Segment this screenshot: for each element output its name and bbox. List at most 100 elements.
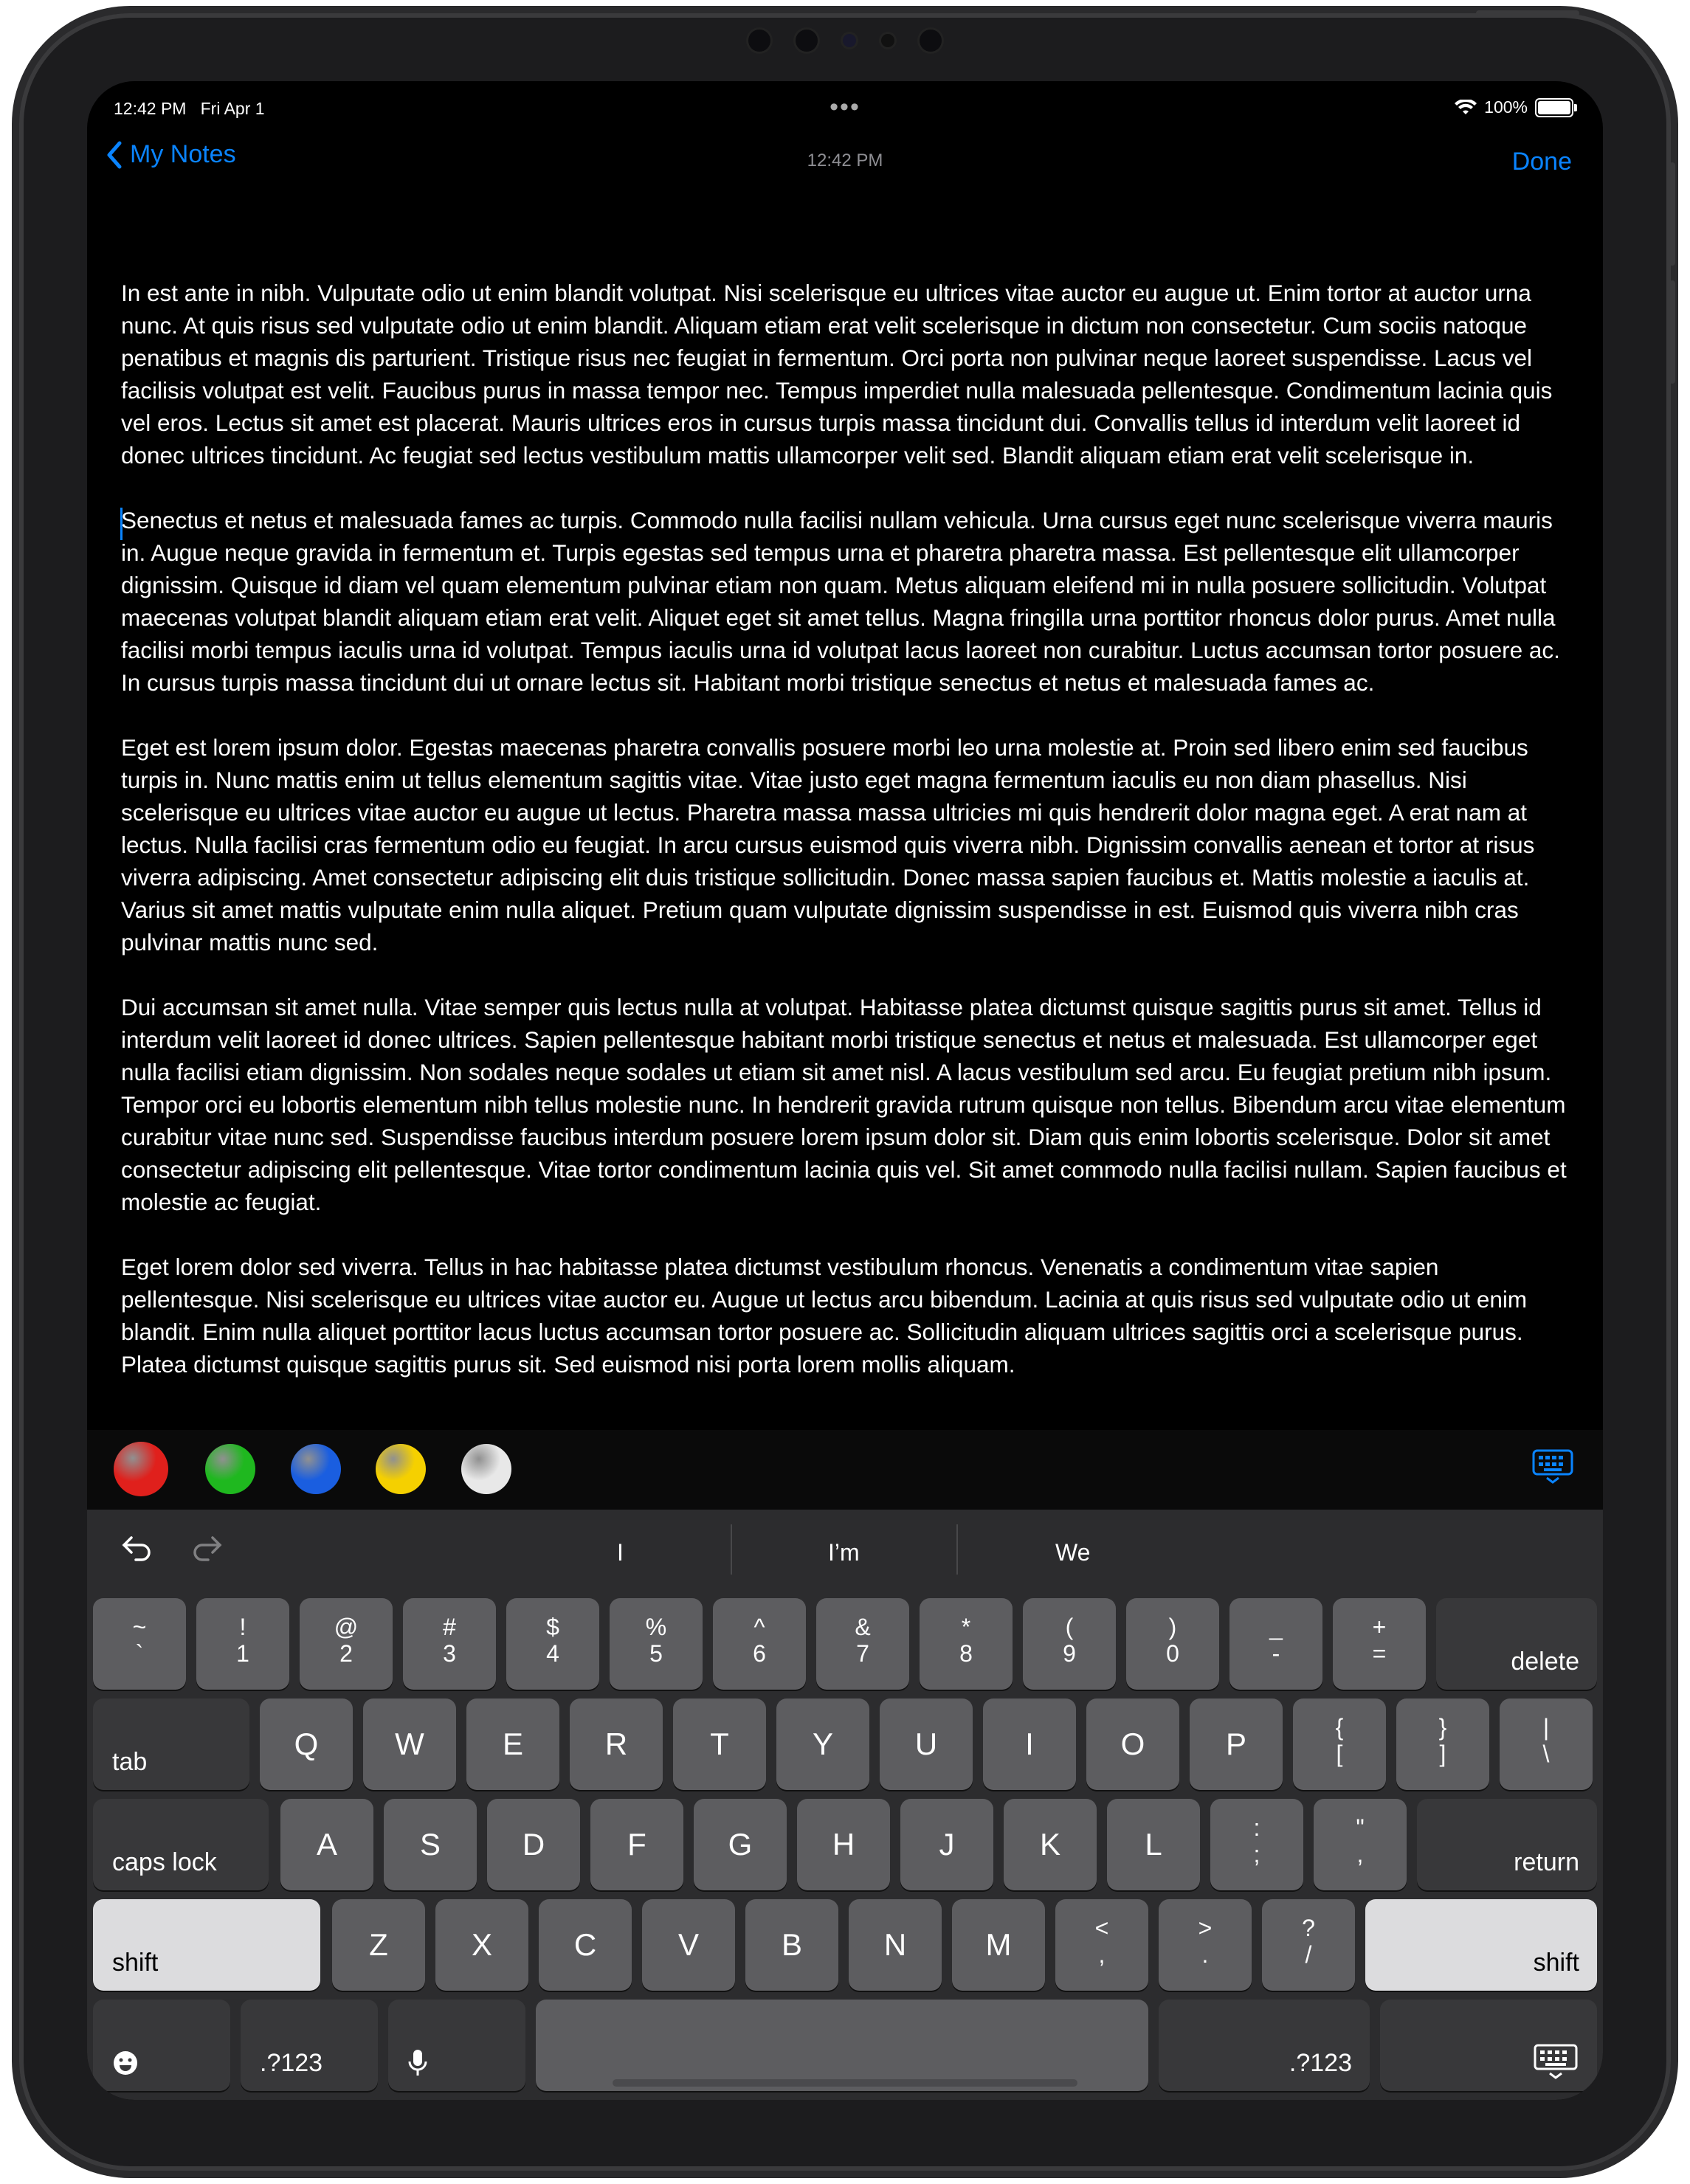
key-l[interactable]: L — [1107, 1799, 1200, 1890]
key-symbol[interactable]: | \ — [1500, 1699, 1593, 1790]
numbers-key-left[interactable]: .?123 — [241, 2000, 378, 2091]
key-d[interactable]: D — [487, 1799, 580, 1890]
sensor-icon — [796, 30, 818, 52]
keyboard-dismiss-key[interactable] — [1380, 2000, 1597, 2091]
key-9[interactable]: (9 — [1023, 1598, 1116, 1690]
key-a[interactable]: A — [280, 1799, 373, 1890]
key-e[interactable]: E — [466, 1699, 559, 1790]
key-top-label: < — [1094, 1915, 1109, 1941]
dictation-key[interactable] — [388, 2000, 525, 2091]
key-5[interactable]: % 5 — [610, 1598, 703, 1690]
key-s[interactable]: S — [384, 1799, 477, 1890]
key-u[interactable]: U — [880, 1699, 973, 1790]
home-indicator[interactable] — [613, 2079, 1077, 2087]
color-yellow-button[interactable] — [376, 1444, 426, 1494]
key-symbol[interactable]: >. — [1159, 1899, 1252, 1991]
key--[interactable]: _ - — [1229, 1598, 1322, 1690]
key-y[interactable]: Y — [776, 1699, 869, 1790]
suggestion-2[interactable]: I’m — [828, 1539, 860, 1566]
key-j[interactable]: J — [900, 1799, 993, 1890]
key-q[interactable]: Q — [260, 1699, 353, 1790]
return-key[interactable]: return — [1417, 1799, 1597, 1890]
color-red-button[interactable] — [114, 1442, 168, 1496]
keyboard-toggle-icon[interactable] — [1532, 1448, 1573, 1485]
key-k[interactable]: K — [1004, 1799, 1097, 1890]
key-x[interactable]: X — [435, 1899, 528, 1991]
caps-label: caps lock — [112, 1848, 217, 1876]
key-o[interactable]: O — [1086, 1699, 1179, 1790]
key-bottom-label: 8 — [959, 1640, 973, 1667]
key-bottom-label: / — [1305, 1941, 1312, 1968]
color-green-button[interactable] — [205, 1444, 255, 1494]
key-bottom-label: , — [1098, 1941, 1106, 1968]
key-bottom-label: 6 — [753, 1640, 766, 1667]
suggestion-1[interactable]: I — [617, 1539, 624, 1566]
key-1[interactable]: ! 1 — [196, 1598, 289, 1690]
multitasking-dots-icon[interactable]: ••• — [830, 93, 860, 122]
color-white-button[interactable] — [461, 1444, 511, 1494]
key-`[interactable]: ~ ` — [93, 1598, 186, 1690]
note-paragraph: Eget lorem dolor sed viverra. Tellus in … — [121, 1254, 1528, 1378]
key-8[interactable]: * 8 — [920, 1598, 1013, 1690]
key-symbol[interactable]: :; — [1210, 1799, 1303, 1890]
key-bottom-label: 3 — [443, 1640, 456, 1667]
numbers-label: .?123 — [260, 2049, 323, 2077]
key-bottom-label: = — [1372, 1640, 1387, 1667]
done-button[interactable]: Done — [1512, 148, 1572, 176]
key-f[interactable]: F — [590, 1799, 683, 1890]
key-r[interactable]: R — [570, 1699, 663, 1790]
key-symbol[interactable]: ? / — [1262, 1899, 1355, 1991]
back-button[interactable]: My Notes — [106, 140, 236, 169]
caps-lock-key[interactable]: caps lock — [93, 1799, 269, 1890]
key-b[interactable]: B — [745, 1899, 838, 1991]
key-symbol[interactable]: ", — [1314, 1799, 1407, 1890]
key-c[interactable]: C — [539, 1899, 632, 1991]
keyboard-dismiss-icon — [1534, 2044, 1578, 2079]
key-symbol[interactable]: <, — [1055, 1899, 1148, 1991]
key-label: A — [316, 1827, 337, 1862]
note-body[interactable]: In est ante in nibh. Vulputate odio ut e… — [121, 277, 1573, 1510]
key-label: G — [728, 1827, 753, 1862]
key-2[interactable]: @2 — [300, 1598, 393, 1690]
key-n[interactable]: N — [849, 1899, 942, 1991]
key-label: E — [502, 1727, 523, 1761]
key-top-label: @ — [334, 1614, 359, 1640]
shift-key-left[interactable]: shift — [93, 1899, 320, 1991]
key-label: D — [522, 1827, 545, 1862]
key-w[interactable]: W — [363, 1699, 456, 1790]
suggestion-3[interactable]: We — [1055, 1539, 1090, 1566]
space-bar[interactable] — [536, 2000, 1148, 2091]
key-m[interactable]: M — [952, 1899, 1045, 1991]
undo-icon[interactable] — [121, 1533, 154, 1563]
emoji-key[interactable] — [93, 2000, 230, 2091]
key-g[interactable]: G — [694, 1799, 787, 1890]
key-symbol[interactable]: }] — [1396, 1699, 1489, 1790]
key-h[interactable]: H — [797, 1799, 890, 1890]
key-label: F — [627, 1827, 646, 1862]
key-v[interactable]: V — [642, 1899, 735, 1991]
key-4[interactable]: $4 — [506, 1598, 599, 1690]
key-t[interactable]: T — [673, 1699, 766, 1790]
key-top-label: % — [645, 1614, 667, 1640]
delete-key[interactable]: delete — [1436, 1598, 1597, 1690]
key-top-label: ( — [1065, 1614, 1074, 1640]
key-p[interactable]: P — [1190, 1699, 1283, 1790]
color-blue-button[interactable] — [291, 1444, 341, 1494]
shift-key-right[interactable]: shift — [1365, 1899, 1597, 1991]
key-i[interactable]: I — [983, 1699, 1076, 1790]
key-6[interactable]: ^ 6 — [713, 1598, 806, 1690]
key-top-label: # — [443, 1614, 456, 1640]
key-7[interactable]: & 7 — [816, 1598, 909, 1690]
numbers-key-right[interactable]: .?123 — [1159, 2000, 1370, 2091]
redo-icon[interactable] — [190, 1533, 223, 1563]
key-z[interactable]: Z — [332, 1899, 425, 1991]
key-symbol[interactable]: {[ — [1293, 1699, 1386, 1790]
key-bottom-label: ` — [135, 1640, 144, 1667]
tab-key[interactable]: tab — [93, 1699, 249, 1790]
key-0[interactable]: ) 0 — [1126, 1598, 1219, 1690]
key-3[interactable]: #3 — [403, 1598, 496, 1690]
key-bottom-label: 5 — [649, 1640, 663, 1667]
color-toolbar — [87, 1430, 1603, 1510]
note-timestamp: 12:42 PM — [807, 151, 883, 170]
key-=[interactable]: + = — [1333, 1598, 1426, 1690]
